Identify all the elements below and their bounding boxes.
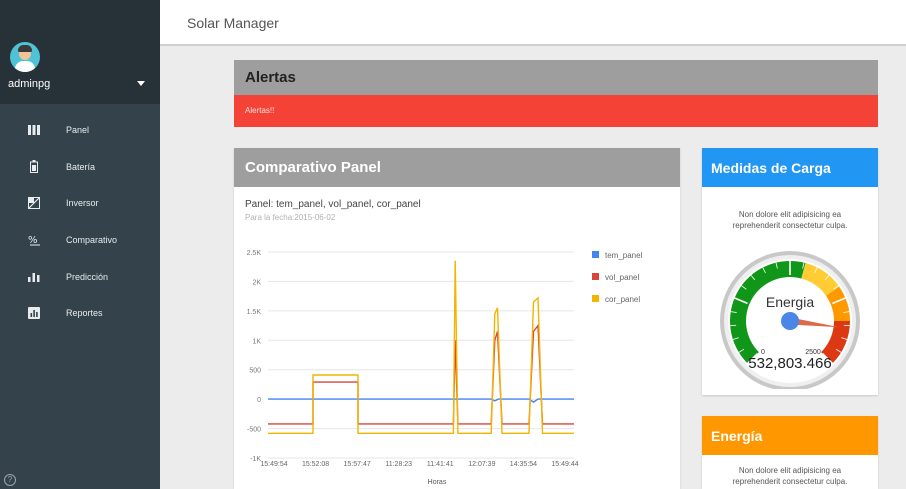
report-icon	[28, 307, 40, 320]
x-tick-label: 15:49:54	[260, 461, 287, 468]
avatar[interactable]	[10, 42, 40, 72]
y-tick-label: 1K	[252, 338, 261, 345]
sidebar-item-label: Panel	[66, 125, 90, 136]
legend-label: cor_panel	[605, 295, 640, 304]
alerts-title: Alertas	[245, 69, 296, 86]
sidebar-item-reportes[interactable]: Reportes	[0, 295, 160, 332]
y-tick-label: 0	[257, 397, 261, 404]
x-axis-label: Horas	[428, 479, 447, 486]
x-tick-label: 15:49:44	[551, 461, 578, 468]
series-line-cor_panel	[268, 260, 574, 435]
alert-message: Alertas!!	[245, 106, 275, 115]
sidebar-item-prediccion[interactable]: Predicción	[0, 258, 160, 295]
bars-icon	[28, 124, 40, 136]
x-tick-label: 11:41:41	[427, 461, 454, 468]
gauge-value: 532,803.466	[748, 355, 831, 372]
line-chart: 2.5K2K1.5K1K5000-500-1K15:49:54 15:52:08 1…	[247, 250, 643, 486]
svg-text:%: %	[28, 235, 38, 246]
energia-title: Energía	[711, 428, 763, 444]
compare-icon: %	[28, 234, 40, 246]
x-tick-label: 15:57:47	[344, 461, 371, 468]
gauge-label: Energia	[766, 294, 814, 310]
y-tick-label: 1.5K	[247, 309, 262, 316]
gauge-hub	[781, 312, 799, 330]
x-tick-label: 14:35:54	[510, 461, 537, 468]
energia-description: Non dolore elit adipisicing ea reprehend…	[732, 466, 848, 486]
app-title: Solar Manager	[187, 15, 279, 31]
series-line-tem_panel	[268, 398, 574, 403]
sidebar-item-comparativo[interactable]: % Comparativo	[0, 222, 160, 259]
x-tick-label: 15:52:08	[302, 461, 329, 468]
sidebar-item-inversor[interactable]: Inversor	[0, 185, 160, 222]
energia-gauge: Energia0 2500532,803.466	[720, 251, 860, 389]
legend-swatch	[592, 273, 599, 280]
chart-date: Para la fecha:2015-06-02	[245, 213, 336, 222]
y-tick-label: 500	[249, 368, 261, 375]
inverter-icon	[28, 197, 40, 210]
alerts-header: Alertas	[234, 60, 878, 95]
help-icon[interactable]: ?	[4, 474, 16, 486]
comparativo-panel-title: Comparativo Panel	[245, 159, 381, 176]
x-tick-label: 11:28:23	[385, 461, 412, 468]
alert-banner: Alertas!!	[234, 95, 878, 127]
chart-subtitle: Panel: tem_panel, vol_panel, cor_panel	[245, 199, 421, 210]
sidebar-item-label: Batería	[66, 161, 96, 172]
x-tick-label: 12:07:39	[468, 461, 495, 468]
medidas-description: Non dolore elit adipisicing ea reprehend…	[732, 210, 848, 230]
sidebar-item-panel[interactable]: Panel	[0, 112, 160, 149]
sidebar: adminpg Panel Batería Inversor % Compara…	[0, 0, 160, 489]
sidebar-item-label: Comparativo	[66, 235, 118, 246]
comparativo-panel-card: Comparativo Panel Panel: tem_panel, vol_…	[234, 148, 680, 489]
legend-label: tem_panel	[605, 251, 643, 260]
medidas-title: Medidas de Carga	[711, 160, 831, 176]
sidebar-item-bateria[interactable]: Batería	[0, 149, 160, 186]
energia-card: Energía Non dolore elit adipisicing ea r…	[702, 416, 878, 489]
medidas-card: Medidas de Carga Non dolore elit adipisi…	[702, 148, 878, 395]
sidebar-item-label: Predicción	[66, 271, 109, 282]
legend-label: vol_panel	[605, 273, 639, 282]
legend-swatch	[592, 295, 599, 302]
legend-swatch	[592, 251, 599, 258]
user-panel: adminpg	[0, 0, 160, 104]
top-bar: Solar Manager	[160, 0, 906, 46]
y-tick-label: 2.5K	[247, 250, 262, 257]
sidebar-item-label: Reportes	[66, 308, 103, 319]
comparativo-panel-header: Comparativo Panel	[234, 148, 680, 187]
user-menu-caret-icon[interactable]	[137, 81, 145, 86]
chart-bars-icon	[28, 271, 40, 283]
y-tick-label: -500	[247, 427, 261, 434]
battery-icon	[28, 160, 40, 174]
energia-header: Energía	[702, 416, 878, 455]
medidas-header: Medidas de Carga	[702, 148, 878, 187]
sidebar-nav: Panel Batería Inversor % Comparativo Pre…	[0, 112, 160, 332]
username: adminpg	[8, 78, 51, 90]
y-tick-label: 2K	[252, 279, 261, 286]
sidebar-item-label: Inversor	[66, 198, 99, 209]
